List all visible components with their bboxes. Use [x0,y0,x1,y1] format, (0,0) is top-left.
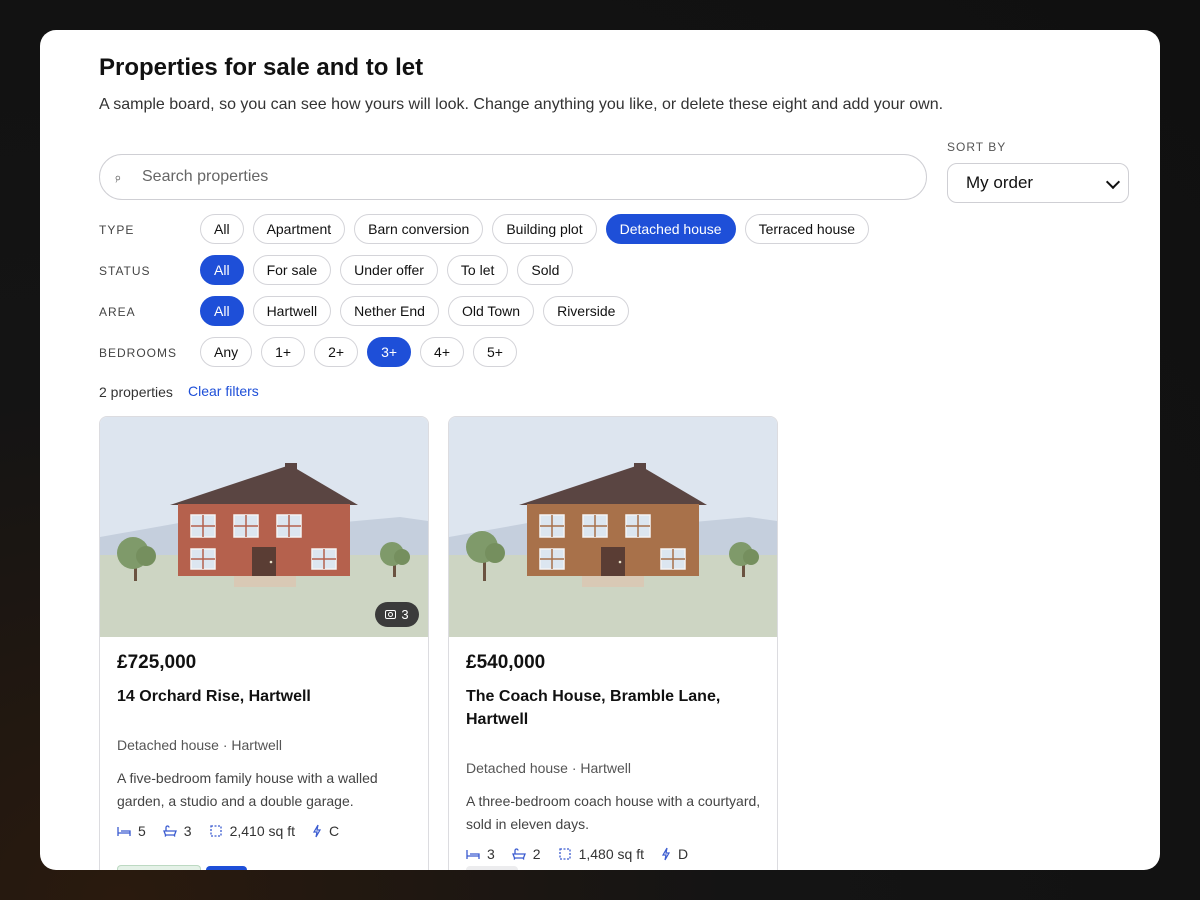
filter-label-bedrooms: BEDROOMS [99,346,178,360]
chip-area-nether-end[interactable]: Nether End [340,296,439,326]
photo-count-badge: 3 [375,602,419,627]
chip-bedrooms-5-plus[interactable]: 5+ [473,337,517,367]
chip-type-barn-conversion[interactable]: Barn conversion [354,214,484,244]
filter-label-area: AREA [99,305,136,319]
bed-icon [466,850,480,859]
chip-status-all[interactable]: All [200,255,244,285]
filter-label-status: STATUS [99,264,151,278]
page-subtitle: A sample board, so you can see how yours… [99,96,944,113]
listing-card[interactable]: 3 £725,000 14 Orchard Rise, Hartwell Det… [99,416,429,870]
chip-area-hartwell[interactable]: Hartwell [252,296,332,326]
chip-type-terraced-house[interactable]: Terraced house [744,214,870,244]
main-panel: Properties for sale and to let A sample … [40,30,1160,870]
stat-floor-area: 2,410 sq ft [209,823,295,839]
search-box[interactable]: ⌕ [99,154,927,200]
chip-status-sold[interactable]: Sold [517,255,574,285]
listing-price: £725,000 [117,652,197,673]
chip-area-riverside[interactable]: Riverside [543,296,630,326]
stat-floor-area: 1,480 sq ft [558,846,644,862]
status-badge [117,865,201,870]
chip-status-under-offer[interactable]: Under offer [340,255,438,285]
search-icon: ⌕ [111,169,124,186]
chip-bedrooms-any[interactable]: Any [200,337,253,367]
results-count: 2 properties [99,384,173,400]
stat-energy-rating: D [661,846,688,862]
lightning-icon [312,824,322,838]
stat-bedrooms: 5 [117,823,146,839]
stat-energy-rating: C [312,823,339,839]
listing-meta: Detached house · Hartwell [466,760,631,776]
chip-status-for-sale[interactable]: For sale [252,255,332,285]
lightning-icon [661,847,671,861]
listing-price: £540,000 [466,652,546,673]
sort-label: SORT BY [947,140,1007,154]
page-title: Properties for sale and to let [99,54,424,81]
floor-area-icon [209,825,222,837]
chip-bedrooms-1-plus[interactable]: 1+ [261,337,306,367]
chip-type-apartment[interactable]: Apartment [252,214,346,244]
chip-area-old-town[interactable]: Old Town [447,296,535,326]
chip-bedrooms-3-plus[interactable]: 3+ [367,337,412,367]
search-input[interactable] [140,167,844,187]
listing-stats: 3 2 1,480 sq ft D [466,846,705,862]
sort-selected-value: My order [966,173,1034,192]
filter-label-type: TYPE [99,223,135,237]
listing-description: A three-bedroom coach house with a court… [466,793,761,832]
chip-type-detached-house[interactable]: Detached house [605,214,736,244]
clear-filters-link[interactable]: Clear filters [188,383,259,399]
chip-area-all[interactable]: All [200,296,244,326]
chip-bedrooms-4-plus[interactable]: 4+ [420,337,464,367]
bed-icon [117,827,131,836]
bath-icon [511,848,526,860]
chip-type-all[interactable]: All [200,214,244,244]
chip-type-building-plot[interactable]: Building plot [492,214,597,244]
listing-name: The Coach House, Bramble Lane, Hartwell [466,688,721,728]
listing-stats: 5 3 2,410 sq ft C [117,823,356,839]
stat-bathrooms: 3 [162,823,192,839]
chip-status-to-let[interactable]: To let [446,255,509,285]
status-badge [466,866,518,870]
floor-area-icon [558,848,571,860]
stat-bathrooms: 2 [511,846,541,862]
chip-bedrooms-2-plus[interactable]: 2+ [314,337,359,367]
listing-description: A five-bedroom family house with a walle… [117,770,378,809]
photo-count: 3 [401,607,409,622]
feature-badge [206,866,247,870]
camera-icon [385,610,397,619]
bath-icon [162,825,177,837]
sort-select[interactable]: My order [947,163,1129,203]
listing-name: 14 Orchard Rise, Hartwell [117,688,311,705]
house-photo [449,417,777,637]
listing-meta: Detached house · Hartwell [117,737,282,753]
stat-bedrooms: 3 [466,846,495,862]
listing-card[interactable]: £540,000 The Coach House, Bramble Lane, … [448,416,778,870]
chevron-down-icon [1105,174,1121,190]
